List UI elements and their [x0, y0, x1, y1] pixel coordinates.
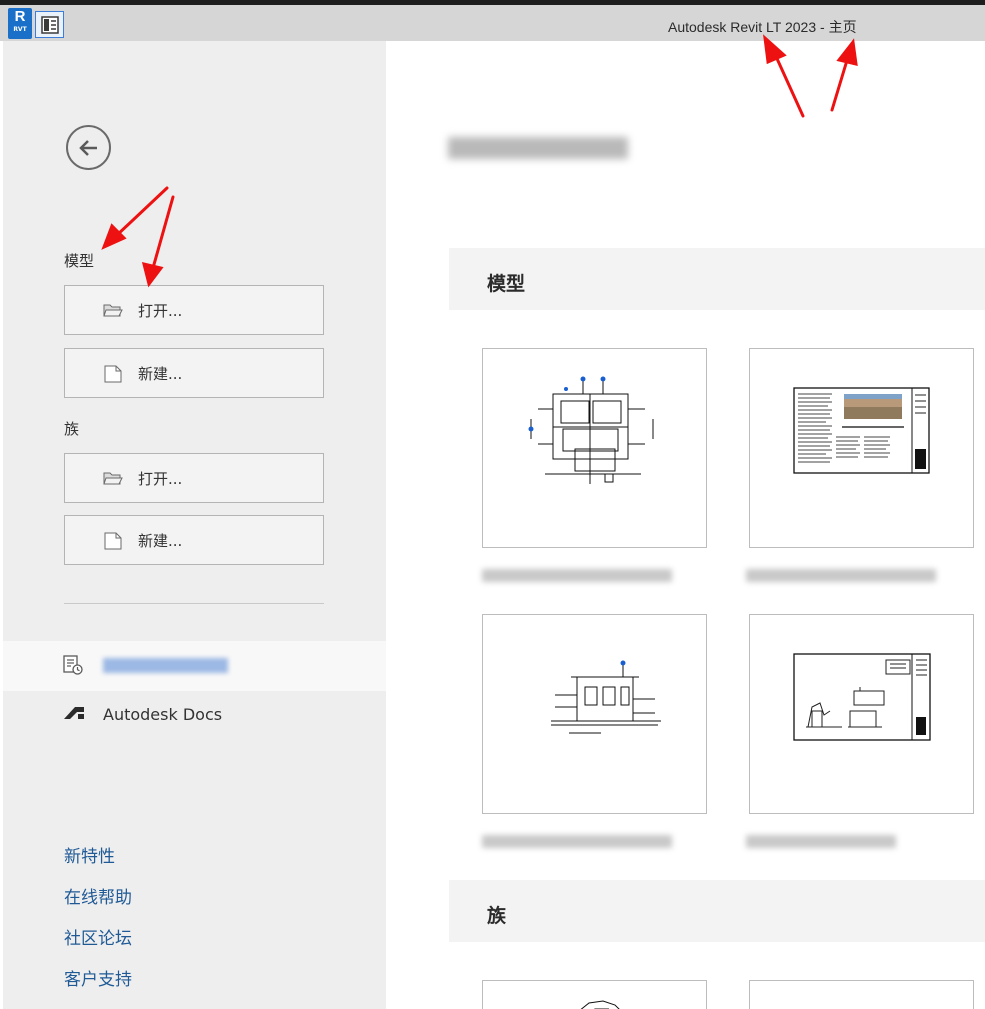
recent-files-label-redacted [103, 655, 228, 677]
recent-files-icon [63, 655, 83, 675]
new-document-icon [104, 365, 122, 383]
online-help-link[interactable]: 在线帮助 [64, 883, 132, 908]
model-thumbnail-4[interactable] [749, 614, 974, 814]
family-section-label: 族 [64, 420, 80, 438]
open-model-label: 打开... [138, 302, 183, 320]
left-pane-divider [64, 603, 324, 604]
open-model-button[interactable]: 打开... [64, 285, 324, 335]
family-drawing [580, 1000, 620, 1009]
left-pane: 模型 打开... 新建... 族 打开... 新建... Autodesk Do… [3, 41, 386, 1009]
open-family-label: 打开... [138, 470, 183, 488]
elevation-drawing [551, 660, 661, 734]
model-name-4-redacted [746, 835, 896, 848]
model-section-label: 模型 [64, 252, 95, 270]
app-badge-letter: R [14, 8, 26, 25]
new-family-button[interactable]: 新建... [64, 515, 324, 565]
whats-new-link[interactable]: 新特性 [64, 842, 115, 867]
revit-app-icon[interactable]: R RVT [8, 8, 32, 39]
new-document-icon [104, 532, 122, 550]
new-family-label: 新建... [138, 532, 183, 550]
revit-home-screen: R RVT Autodesk Revit LT 2023 - 主页 模型 打开.… [0, 0, 985, 1009]
floor-plan-drawing [528, 376, 654, 484]
new-model-label: 新建... [138, 365, 183, 383]
home-panel-icon [41, 16, 59, 34]
title-bar: R RVT Autodesk Revit LT 2023 - 主页 [0, 5, 985, 41]
new-model-button[interactable]: 新建... [64, 348, 324, 398]
autodesk-logo-icon [64, 707, 84, 719]
model-name-3-redacted [482, 835, 672, 848]
families-section-band: 族 [449, 880, 985, 942]
autodesk-docs-label: Autodesk Docs [103, 705, 223, 724]
model-thumbnail-2[interactable] [749, 348, 974, 548]
arrow-left-icon [79, 140, 97, 156]
family-thumbnail-1[interactable] [482, 980, 707, 1009]
nav-item-recent-files[interactable] [3, 641, 386, 691]
app-badge-sub: RVT [13, 26, 27, 33]
sheet-drawing [793, 653, 931, 741]
nav-item-autodesk-docs[interactable]: Autodesk Docs [3, 691, 386, 741]
home-toggle-button[interactable] [35, 11, 64, 38]
recent-heading-redacted [448, 137, 628, 159]
model-name-1-redacted [482, 569, 672, 582]
sheet-drawing [793, 387, 930, 474]
window-title: Autodesk Revit LT 2023 - 主页 [668, 19, 857, 35]
community-forum-link[interactable]: 社区论坛 [64, 924, 132, 949]
models-band-label: 模型 [487, 273, 526, 295]
open-family-button[interactable]: 打开... [64, 453, 324, 503]
open-folder-icon [103, 304, 123, 317]
open-folder-icon [103, 472, 123, 485]
back-button[interactable] [66, 125, 111, 170]
model-thumbnail-3[interactable] [482, 614, 707, 814]
main-pane: 模型 族 [386, 41, 985, 1009]
models-section-band: 模型 [449, 248, 985, 310]
family-thumbnail-2[interactable] [749, 980, 974, 1009]
customer-support-link[interactable]: 客户支持 [64, 965, 132, 990]
model-thumbnail-1[interactable] [482, 348, 707, 548]
model-name-2-redacted [746, 569, 936, 582]
families-band-label: 族 [487, 905, 507, 927]
